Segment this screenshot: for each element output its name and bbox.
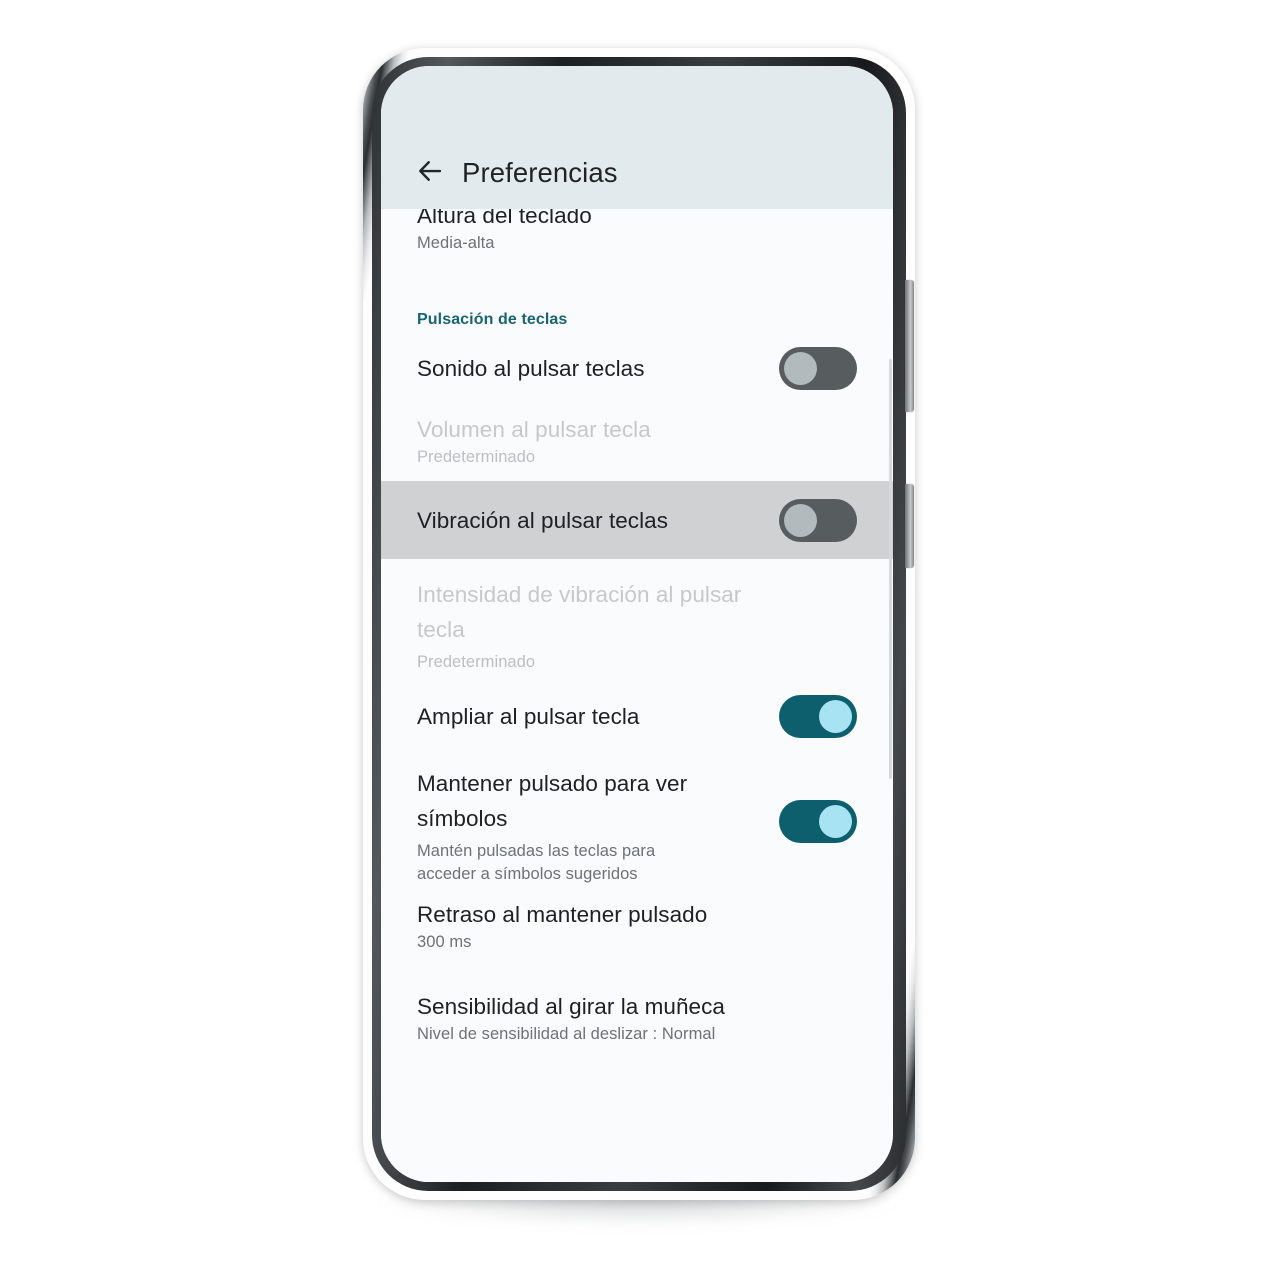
volume-rocker-button[interactable] [905,280,914,412]
switch-popup-on-keypress[interactable] [779,694,857,738]
phone-screen: Preferencias Altura del teclado Media-al… [381,66,893,1182]
switch-keypress-vibration[interactable] [779,498,857,542]
list-item-subtitle: 300 ms [417,933,472,951]
section-header-keypress: Pulsación de teclas [417,311,568,328]
list-item-long-press-delay[interactable]: Retraso al mantener pulsado 300 ms [381,878,893,970]
list-item-title: Volumen al pulsar tecla [417,417,651,442]
list-item-popup-on-keypress[interactable]: Ampliar al pulsar tecla [381,684,893,748]
list-item-keypress-volume: Volumen al pulsar tecla Predeterminado [381,401,893,481]
switch-long-press-symbols[interactable] [779,800,857,843]
list-item-title: Ampliar al pulsar tecla [417,703,640,729]
app-toolbar: Preferencias [381,66,893,209]
screenshot-root: Preferencias Altura del teclado Media-al… [0,0,1280,1280]
list-item-subtitle: Nivel de sensibilidad al deslizar : Norm… [417,1025,716,1043]
switch-knob [819,699,852,733]
list-item-title: Altura del teclado [417,209,592,228]
list-item-subtitle: Media-alta [417,234,495,252]
settings-list[interactable]: Altura del teclado Media-alta Pulsación … [381,209,893,1182]
list-item-title: Retraso al mantener pulsado [417,902,708,927]
scrollbar-thumb[interactable] [889,359,892,779]
list-item-title: Vibración al pulsar teclas [417,507,669,533]
list-item-keypress-sound[interactable]: Sonido al pulsar teclas [381,335,893,401]
list-item-vibration-strength: Intensidad de vibración al pulsar tecla … [381,559,893,684]
switch-knob [784,351,817,385]
list-item-title: Sensibilidad al girar la muñeca [417,994,725,1019]
list-item-title: Mantener pulsado para ver símbolos [417,771,688,831]
switch-keypress-sound[interactable] [779,346,857,390]
back-arrow-icon[interactable] [408,149,452,193]
page-title: Preferencias [462,157,618,188]
list-item-long-press-symbols[interactable]: Mantener pulsado para ver símbolos Manté… [381,748,893,883]
list-item-title: Intensidad de vibración al pulsar tecla [417,582,742,642]
power-button[interactable] [905,484,914,568]
list-item-subtitle: Predeterminado [417,448,536,466]
list-item-subtitle: Predeterminado [417,653,536,671]
list-item-keyboard-height[interactable]: Altura del teclado Media-alta [381,209,893,287]
switch-knob [819,805,852,838]
list-item-wrist-turn-sensitivity[interactable]: Sensibilidad al girar la muñeca Nivel de… [381,970,893,1062]
switch-knob [784,503,817,537]
list-item-keypress-vibration[interactable]: Vibración al pulsar teclas [381,481,893,559]
list-item-title: Sonido al pulsar teclas [417,355,645,381]
